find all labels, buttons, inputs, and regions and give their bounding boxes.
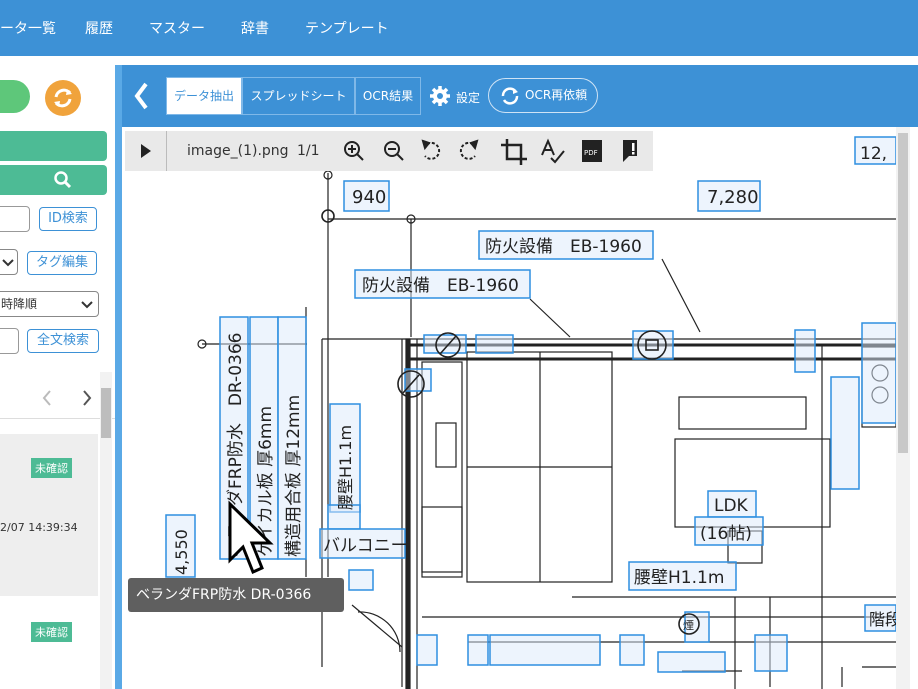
fulltext-input[interactable] [0,328,19,354]
tooltip: ベランダFRP防水 DR-0366 [128,578,344,612]
sidebar: ID検索 タグ編集 時降順 全文検索 未確認 2/07 14:39:34 未確認 [0,56,115,689]
label-waist-wall-2: 腰壁H1.1m [634,568,724,588]
sidebar-scroll-thumb[interactable] [101,388,111,438]
image-tools: PDF [344,138,637,165]
pdf-icon[interactable]: PDF [582,140,602,162]
back-icon[interactable] [126,65,156,127]
ocr-retry-button[interactable]: OCR再依頼 [488,78,598,113]
label-ldk-size: (16帖) [700,524,752,544]
nav-data-list[interactable]: ータ一覧 [0,18,56,38]
dim-12: 12, [860,144,887,164]
gear-icon[interactable] [429,85,451,107]
tab-spreadsheet[interactable]: スプレッドシート [242,77,355,115]
refresh-icon [501,87,519,105]
prev-page-icon[interactable] [42,390,51,406]
tag-edit-button[interactable]: タグ編集 [27,251,97,275]
crop-icon[interactable] [501,139,527,165]
rotate-right-icon[interactable] [459,139,479,160]
list-item[interactable]: 未確認 [0,597,98,689]
mouse-cursor-icon [228,500,274,575]
report-icon[interactable] [623,140,637,162]
search-icon [54,171,72,189]
zoom-in-icon[interactable] [344,141,364,161]
viewer-scroll-thumb[interactable] [898,133,908,453]
label-fire-equipment-2: 防火設備 EB-1960 [362,276,519,296]
sort-select[interactable]: 時降順 [0,291,99,317]
image-toolbar: image_(1).png 1/1 PDF [125,131,653,171]
chevron-down-icon [81,301,93,309]
nav-template[interactable]: テンプレート [305,18,389,38]
ocr-retry-label: OCR再依頼 [525,88,588,102]
rotate-left-icon[interactable] [421,139,441,160]
play-icon[interactable] [125,131,165,171]
sync-button[interactable] [45,80,81,116]
status-badge: 未確認 [31,622,72,642]
zoom-out-icon[interactable] [384,141,404,161]
sync-icon [54,88,72,108]
search-button[interactable] [0,165,107,195]
label-fire-equipment-1: 防火設備 EB-1960 [485,237,642,257]
timestamp: 2/07 14:39:34 [0,521,78,534]
settings-label[interactable]: 設定 [456,89,480,106]
label-smoke: 煙 [683,619,694,632]
label-ldk: LDK [714,496,749,516]
id-search-button[interactable]: ID検索 [39,207,97,231]
divider [0,418,115,419]
tag-select[interactable] [0,249,18,275]
left-accent-strip [115,65,122,689]
tab-ocr-result[interactable]: OCR結果 [355,77,421,115]
label-balcony: バルコニー [323,536,408,556]
label-stairs: 階段 [869,610,896,629]
image-filename: image_(1).png [187,143,289,159]
next-page-icon[interactable] [83,390,92,406]
svg-text:PDF: PDF [584,149,598,157]
label-structural-plywood: 構造用合板 厚12mm [284,395,304,557]
list-item[interactable]: 未確認 2/07 14:39:34 [0,434,98,596]
divider [166,131,167,171]
nav-dictionary[interactable]: 辞書 [241,18,269,38]
dim-4550: 4,550 [172,529,191,575]
pager [42,390,92,406]
fulltext-search-button[interactable]: 全文検索 [27,329,99,353]
nav-history[interactable]: 履歴 [85,18,113,38]
status-badge: 未確認 [31,458,72,478]
label-waist-wall-1: 腰壁H1.1m [336,425,355,510]
document-toolbar: データ抽出 スプレッドシート OCR結果 設定 OCR再依頼 [122,65,918,127]
dim-7280: 7,280 [707,187,759,208]
nav-master[interactable]: マスター [149,18,205,38]
sort-select-value: 時降順 [1,297,38,311]
chevron-down-icon [2,259,14,267]
toggle-button[interactable] [0,80,30,113]
top-nav: ータ一覧 履歴 マスター 辞書 テンプレート [0,0,918,56]
spellcheck-icon[interactable] [541,138,565,164]
tab-data-extract[interactable]: データ抽出 [166,77,242,115]
teal-action-bar[interactable] [0,131,107,161]
id-input[interactable] [0,206,30,232]
page-indicator: 1/1 [297,143,320,159]
dim-940: 940 [352,187,386,208]
